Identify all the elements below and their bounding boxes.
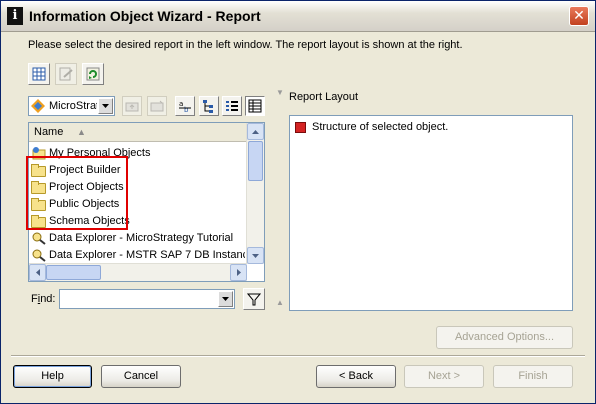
title-bar: i Information Object Wizard - Report ✕ bbox=[1, 1, 595, 32]
data-explorer-icon bbox=[32, 249, 46, 262]
scroll-down-icon[interactable] bbox=[247, 247, 264, 264]
tree-view-icon[interactable] bbox=[199, 96, 219, 116]
edit-icon[interactable] bbox=[55, 63, 77, 85]
divider bbox=[11, 355, 585, 357]
instruction-text: Please select the desired report in the … bbox=[28, 39, 463, 51]
refresh-icon[interactable] bbox=[82, 63, 104, 85]
svg-text:b: b bbox=[184, 106, 189, 113]
find-input[interactable] bbox=[59, 289, 235, 309]
splitter-down-icon[interactable]: ▲ bbox=[276, 298, 284, 307]
report-layout-label: Report Layout bbox=[289, 91, 359, 103]
list-view-icon[interactable] bbox=[222, 96, 242, 116]
horizontal-scrollbar[interactable] bbox=[29, 263, 247, 281]
source-combo[interactable]: MicroStrat bbox=[28, 96, 115, 116]
chevron-down-icon[interactable] bbox=[98, 98, 113, 114]
scroll-thumb[interactable] bbox=[248, 141, 263, 181]
new-folder-icon[interactable] bbox=[147, 96, 167, 116]
scroll-thumb-horizontal[interactable] bbox=[46, 265, 101, 280]
list-item[interactable]: Data Explorer - MSTR SAP 7 DB Instance bbox=[31, 246, 245, 263]
selection-highlight-box bbox=[26, 156, 128, 230]
wizard-window: i Information Object Wizard - Report ✕ P… bbox=[0, 0, 596, 404]
source-combo-value: MicroStrat bbox=[49, 100, 97, 112]
cancel-button[interactable]: Cancel bbox=[101, 365, 181, 388]
window-title: Information Object Wizard - Report bbox=[29, 8, 261, 24]
svg-text:a: a bbox=[179, 100, 183, 108]
scroll-right-icon[interactable] bbox=[230, 264, 247, 281]
close-button[interactable]: ✕ bbox=[569, 6, 589, 26]
splitter-up-icon[interactable]: ▼ bbox=[276, 88, 284, 97]
filter-icon bbox=[247, 293, 261, 306]
grid-icon[interactable] bbox=[28, 63, 50, 85]
chevron-down-icon[interactable] bbox=[218, 291, 233, 307]
column-header-name[interactable]: Name ▲ bbox=[29, 123, 247, 142]
cube-icon bbox=[295, 121, 306, 133]
microstrategy-icon bbox=[31, 99, 45, 113]
back-button[interactable]: < Back bbox=[316, 365, 396, 388]
filter-button[interactable] bbox=[243, 288, 265, 310]
data-explorer-icon bbox=[32, 232, 46, 245]
next-button[interactable]: Next > bbox=[404, 365, 484, 388]
find-label: Find: bbox=[31, 293, 56, 305]
layout-message: Structure of selected object. bbox=[295, 121, 448, 133]
advanced-options-button[interactable]: Advanced Options... bbox=[436, 326, 573, 349]
vertical-scrollbar[interactable] bbox=[246, 123, 264, 264]
report-layout-panel: Structure of selected object. bbox=[289, 115, 573, 311]
info-icon: i bbox=[7, 7, 23, 25]
finish-button[interactable]: Finish bbox=[493, 365, 573, 388]
up-folder-icon[interactable] bbox=[122, 96, 142, 116]
details-view-icon[interactable] bbox=[245, 96, 265, 116]
scroll-up-icon[interactable] bbox=[247, 123, 264, 140]
list-item[interactable]: Data Explorer - MicroStrategy Tutorial bbox=[31, 229, 245, 246]
help-button[interactable]: Help bbox=[13, 365, 92, 388]
sort-az-icon[interactable]: ab bbox=[175, 96, 195, 116]
sort-indicator-icon: ▲ bbox=[77, 127, 86, 137]
scroll-left-icon[interactable] bbox=[29, 264, 46, 281]
